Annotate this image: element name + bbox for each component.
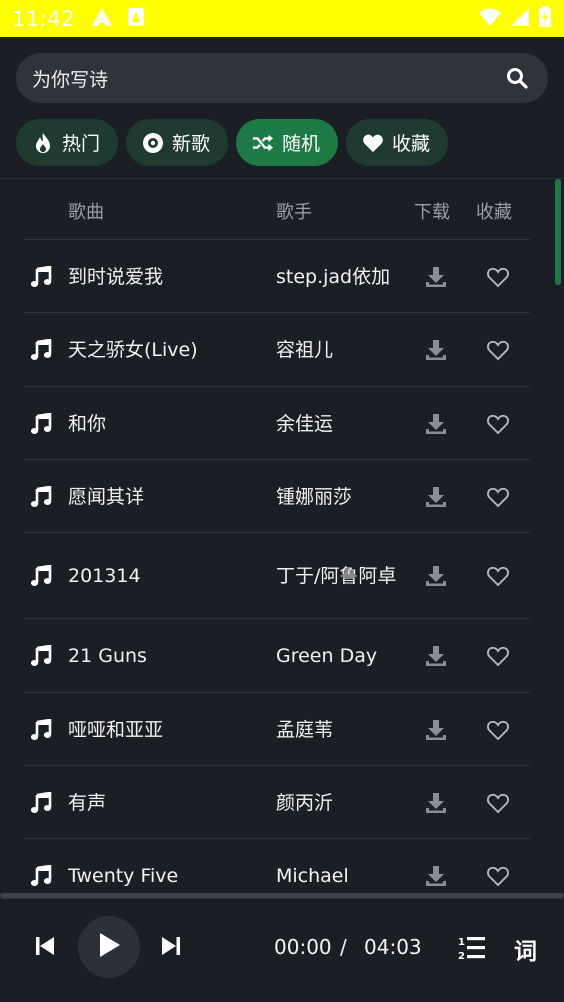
table-row[interactable]: 到时说爱我 step.jad依加	[24, 240, 530, 313]
singer-name: 颜丙沂	[276, 791, 334, 814]
category-tabs: 热门 新歌 随机 收藏	[16, 119, 449, 166]
table-row[interactable]: 愿闻其详 锺娜丽莎	[24, 460, 530, 533]
song-title: 天之骄女(Live)	[68, 339, 198, 361]
table-row[interactable]: 哑哑和亚亚 孟庭苇	[24, 693, 530, 766]
music-note-icon	[30, 864, 52, 887]
song-title: 哑哑和亚亚	[68, 718, 164, 741]
favorite-heart-icon[interactable]	[486, 486, 512, 512]
music-note-icon	[30, 717, 52, 741]
svg-text:1: 1	[458, 937, 465, 948]
favorite-heart-icon[interactable]	[486, 645, 512, 671]
download-icon[interactable]	[424, 644, 450, 670]
download-icon[interactable]	[424, 718, 450, 744]
search-input[interactable]	[32, 67, 504, 89]
music-note-icon	[30, 564, 52, 587]
favorite-heart-icon[interactable]	[486, 865, 512, 891]
download-icon[interactable]	[424, 791, 450, 817]
lyrics-button[interactable]: 词	[514, 932, 537, 966]
wifi-icon	[478, 7, 502, 31]
table-row[interactable]: 天之骄女(Live) 容祖儿	[24, 313, 530, 387]
download-icon[interactable]	[424, 485, 450, 511]
search-bar	[16, 53, 548, 103]
music-note-icon	[30, 644, 52, 667]
favorite-heart-icon[interactable]	[486, 266, 512, 292]
favorite-heart-icon[interactable]	[486, 413, 512, 439]
singer-name: 丁于/阿鲁阿卓	[276, 565, 397, 587]
favorite-heart-icon[interactable]	[486, 792, 512, 818]
favorite-heart-icon[interactable]	[486, 339, 512, 365]
table-row[interactable]: 有声 颜丙沂	[24, 766, 530, 839]
disc-icon	[142, 132, 164, 154]
music-note-icon	[30, 264, 52, 288]
table-row[interactable]: 21 Guns Green Day	[24, 619, 530, 693]
header-favorite: 收藏	[476, 202, 512, 223]
singer-name: Green Day	[276, 645, 378, 667]
singer-name: Michael	[276, 865, 349, 887]
header-song: 歌曲	[68, 202, 104, 223]
status-bar: 11:42	[0, 0, 564, 37]
singer-name: 锺娜丽莎	[276, 485, 353, 508]
music-note-icon	[30, 790, 52, 814]
song-list[interactable]: 歌曲 歌手 下载 收藏 到时说爱我 step.jad依加天之骄女(Live) 容祖儿…	[0, 179, 564, 891]
play-icon	[97, 932, 121, 962]
tab-label: 新歌	[172, 133, 211, 155]
download-icon[interactable]	[424, 864, 450, 890]
tab-label: 收藏	[392, 133, 431, 155]
status-time: 11:42	[12, 6, 76, 31]
notification-box-icon	[127, 7, 145, 31]
tab-label: 随机	[282, 133, 321, 155]
download-icon[interactable]	[424, 338, 450, 364]
singer-name: 容祖儿	[276, 339, 334, 361]
cell-signal-icon	[510, 7, 530, 31]
playlist-icon[interactable]: 12	[458, 935, 486, 962]
tab-hot[interactable]: 热门	[16, 119, 119, 166]
song-title: 21 Guns	[68, 645, 147, 667]
music-note-icon	[30, 484, 52, 508]
tab-new-songs[interactable]: 新歌	[126, 119, 229, 166]
previous-icon[interactable]	[34, 935, 60, 961]
song-title: 和你	[68, 412, 107, 435]
heart-icon	[362, 132, 384, 154]
singer-name: step.jad依加	[276, 265, 391, 288]
header-download: 下载	[414, 202, 450, 223]
vertical-scrollbar[interactable]	[555, 179, 561, 285]
song-title: 愿闻其详	[68, 485, 145, 508]
music-note-icon	[30, 411, 52, 435]
song-title: 到时说爱我	[68, 265, 164, 288]
play-button[interactable]	[78, 916, 140, 978]
singer-name: 余佳运	[276, 412, 334, 435]
notification-a-icon	[91, 7, 113, 31]
favorite-heart-icon[interactable]	[486, 719, 512, 745]
song-title: 201314	[68, 565, 141, 587]
time-separator: /	[340, 935, 347, 959]
svg-text:2: 2	[458, 951, 465, 961]
fire-icon	[32, 132, 54, 154]
tab-favorites[interactable]: 收藏	[346, 119, 449, 166]
battery-icon	[538, 5, 552, 32]
favorite-heart-icon[interactable]	[486, 565, 512, 591]
table-header: 歌曲 歌手 下载 收藏	[24, 179, 530, 240]
download-icon[interactable]	[424, 564, 450, 590]
current-time: 00:00	[274, 935, 332, 959]
singer-name: 孟庭苇	[276, 718, 334, 741]
table-row[interactable]: Twenty Five Michael	[24, 839, 530, 891]
song-title: 有声	[68, 791, 107, 814]
header-singer: 歌手	[276, 202, 312, 223]
table-row[interactable]: 201314 丁于/阿鲁阿卓	[24, 533, 530, 619]
total-time: 04:03	[364, 935, 422, 959]
download-icon[interactable]	[424, 412, 450, 438]
player-bar: 00:00 / 04:03 12 词	[0, 898, 564, 1002]
search-icon[interactable]	[504, 65, 530, 91]
song-title: Twenty Five	[68, 865, 179, 887]
download-icon[interactable]	[424, 265, 450, 291]
shuffle-icon	[252, 132, 274, 154]
tab-label: 热门	[62, 133, 101, 155]
table-row[interactable]: 和你 余佳运	[24, 387, 530, 460]
tab-random[interactable]: 随机	[236, 119, 339, 166]
next-icon[interactable]	[160, 935, 186, 961]
music-note-icon	[30, 338, 52, 361]
